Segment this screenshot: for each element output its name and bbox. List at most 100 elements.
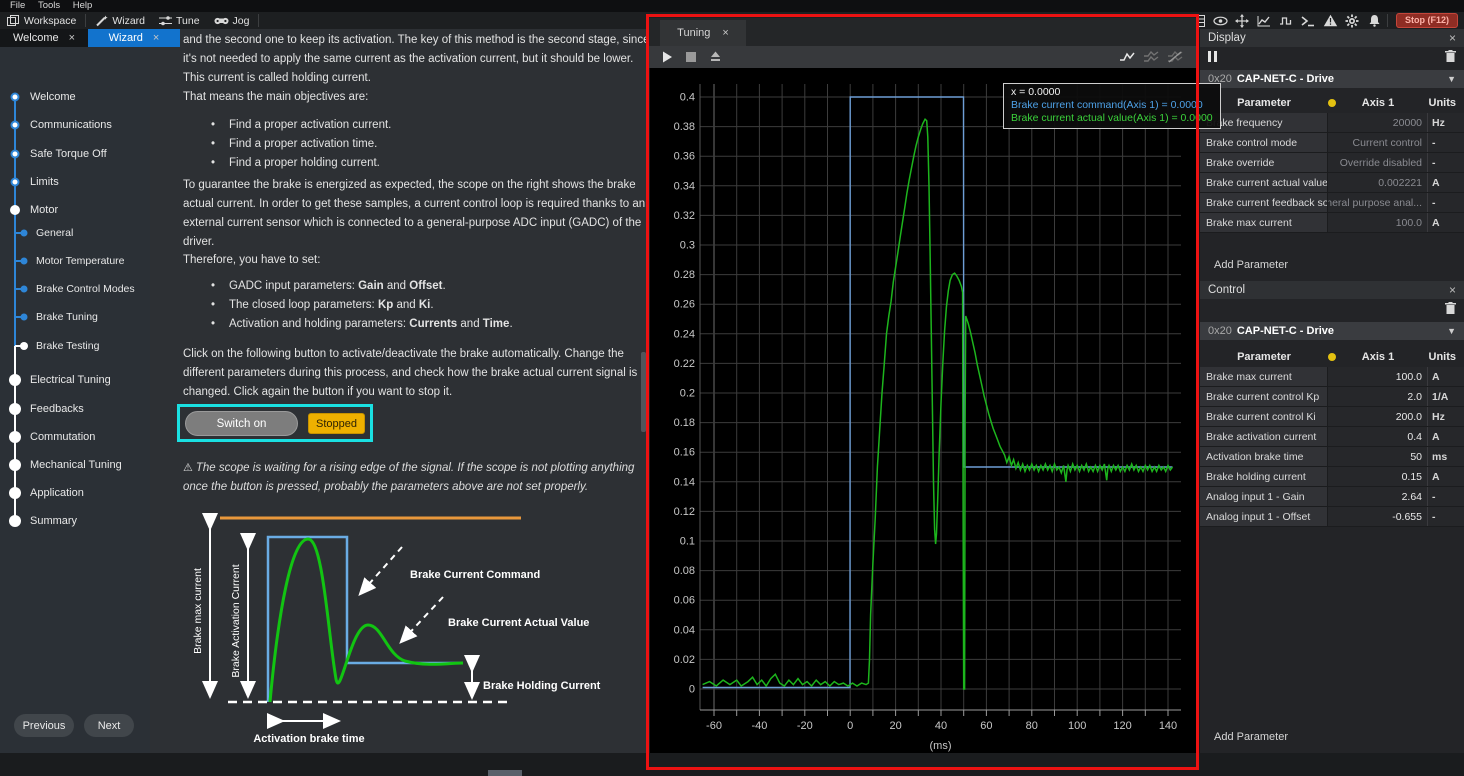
parameter-value[interactable]: 0.4	[1328, 427, 1428, 446]
step-dot	[9, 515, 21, 527]
sidebar-item-commutation[interactable]: Commutation	[30, 431, 95, 443]
parameter-row[interactable]: Brake activation current0.4A	[1200, 427, 1464, 447]
display-device-selector[interactable]: 0x20 CAP-NET-C - Drive ▼	[1200, 70, 1464, 88]
parameter-value[interactable]: 0.15	[1328, 467, 1428, 486]
parameter-row[interactable]: Brake max current100.0A	[1200, 213, 1464, 233]
sidebar-item-welcome[interactable]: Welcome	[30, 91, 76, 103]
control-add-parameter[interactable]: Add Parameter	[1200, 731, 1464, 743]
signal-multi-icon[interactable]	[1141, 49, 1161, 65]
sidebar-item-brake-control-modes[interactable]: Brake Control Modes	[36, 283, 135, 295]
plot-background	[650, 68, 1197, 767]
watch-eye-icon[interactable]	[1209, 13, 1231, 29]
step-dot	[11, 93, 20, 102]
wizard-button[interactable]: Wizard	[88, 12, 152, 29]
menu-help[interactable]: Help	[73, 0, 93, 11]
sidebar-item-feedbacks[interactable]: Feedbacks	[30, 403, 84, 415]
parameter-row[interactable]: Activation brake time50ms	[1200, 447, 1464, 467]
y-tick-label: 0.04	[674, 624, 695, 636]
display-add-parameter[interactable]: Add Parameter	[1200, 259, 1464, 271]
parameter-units: -	[1428, 487, 1464, 506]
parameter-value[interactable]: 50	[1328, 447, 1428, 466]
parameter-units: -	[1428, 133, 1464, 152]
scope-toolbar	[649, 46, 1197, 68]
trash-icon[interactable]	[1445, 301, 1456, 319]
display-panel-header: Display ×	[1200, 29, 1464, 47]
status-strip	[0, 753, 1464, 776]
settings-gear-icon[interactable]	[1341, 13, 1363, 29]
sidebar-item-motor-temperature[interactable]: Motor Temperature	[36, 255, 125, 267]
notifications-bell-icon[interactable]	[1363, 13, 1385, 29]
stop-button[interactable]: Stop (F12)	[1396, 13, 1458, 28]
sidebar-item-mechanical-tuning[interactable]: Mechanical Tuning	[30, 459, 122, 471]
control-panel-tools	[1200, 299, 1464, 321]
switch-on-button[interactable]: Switch on	[185, 411, 298, 436]
toolbar-separator	[1387, 14, 1388, 27]
command-callout-label: Brake Current Command	[410, 569, 540, 581]
parameter-value[interactable]: 2.64	[1328, 487, 1428, 506]
sidebar-item-motor[interactable]: Motor	[30, 204, 58, 216]
console-icon[interactable]	[1297, 13, 1319, 29]
workspace-button[interactable]: Workspace	[0, 12, 83, 29]
right-dock: Display × 0x20 CAP-NET-C - Drive ▼ Param…	[1200, 29, 1464, 753]
parameter-row[interactable]: Brake holding current0.15A	[1200, 467, 1464, 487]
parameter-row[interactable]: Brake frequency20000Hz	[1200, 113, 1464, 133]
parameter-name: Analog input 1 - Offset	[1200, 507, 1328, 526]
sidebar-item-summary[interactable]: Summary	[30, 515, 77, 527]
y-tick-label: 0.06	[674, 595, 695, 607]
display-panel-title: Display	[1208, 32, 1246, 44]
parameter-name: Activation brake time	[1200, 447, 1328, 466]
scope-chart[interactable]: -60-40-20020406080100120140(ms)00.020.04…	[650, 68, 1197, 767]
parameter-value[interactable]: -0.655	[1328, 507, 1428, 526]
parameter-row[interactable]: Brake current control Kp2.01/A	[1200, 387, 1464, 407]
menu-file[interactable]: File	[10, 0, 25, 11]
pause-icon[interactable]	[1208, 49, 1217, 67]
sidebar-item-electrical-tuning[interactable]: Electrical Tuning	[30, 374, 111, 386]
scope-chart-icon[interactable]	[1253, 13, 1275, 29]
parameter-value[interactable]: 2.0	[1328, 387, 1428, 406]
move-pan-icon[interactable]	[1231, 13, 1253, 29]
signal-single-icon[interactable]	[1117, 49, 1137, 65]
sidebar-item-communications[interactable]: Communications	[30, 119, 112, 131]
scope-tab-tuning[interactable]: Tuning ×	[660, 20, 746, 46]
jog-button[interactable]: Jog	[207, 12, 257, 29]
sidebar-item-brake-testing[interactable]: Brake Testing	[36, 340, 99, 352]
set-intro-paragraph: Therefore, you have to set:	[183, 251, 657, 270]
sidebar-item-general[interactable]: General	[36, 227, 73, 239]
parameter-value[interactable]: 200.0	[1328, 407, 1428, 426]
scope-export-icon[interactable]	[705, 49, 725, 65]
menu-tools[interactable]: Tools	[38, 0, 60, 11]
parameter-value[interactable]: 100.0	[1328, 367, 1428, 386]
sidebar-item-limits[interactable]: Limits	[30, 176, 59, 188]
content-scrollbar-thumb[interactable]	[641, 352, 646, 432]
trash-icon[interactable]	[1445, 49, 1456, 67]
parameter-row[interactable]: Brake current control Ki200.0Hz	[1200, 407, 1464, 427]
tab-close-icon[interactable]: ×	[153, 32, 159, 44]
parameter-row[interactable]: Brake current actual value0.002221A	[1200, 173, 1464, 193]
sidebar-item-brake-tuning[interactable]: Brake Tuning	[36, 311, 98, 323]
display-close-icon[interactable]: ×	[1449, 31, 1456, 45]
settings-list: GADC input parameters: Gain and Offset.T…	[183, 277, 657, 334]
warnings-icon[interactable]	[1319, 13, 1341, 29]
parameter-row[interactable]: Brake current feedback sou...General pur…	[1200, 193, 1464, 213]
waveform-icon[interactable]	[1275, 13, 1297, 29]
y-tick-label: 0.08	[674, 565, 695, 577]
parameter-row[interactable]: Brake overrideOverride disabled-	[1200, 153, 1464, 173]
next-button[interactable]: Next	[84, 714, 134, 737]
parameter-value: Override disabled	[1328, 153, 1428, 172]
control-device-selector[interactable]: 0x20 CAP-NET-C - Drive ▼	[1200, 322, 1464, 340]
scope-tab-close-icon[interactable]: ×	[722, 27, 728, 39]
scope-play-icon[interactable]	[657, 49, 677, 65]
previous-button[interactable]: Previous	[14, 714, 74, 737]
parameter-row[interactable]: Brake control modeCurrent control-	[1200, 133, 1464, 153]
sidebar-item-application[interactable]: Application	[30, 487, 84, 499]
parameter-units: -	[1428, 193, 1464, 212]
splitter-handle[interactable]	[488, 770, 522, 776]
parameter-row[interactable]: Analog input 1 - Gain2.64-	[1200, 487, 1464, 507]
control-close-icon[interactable]: ×	[1449, 283, 1456, 297]
scope-stop-icon[interactable]	[681, 49, 701, 65]
parameter-row[interactable]: Analog input 1 - Offset-0.655-	[1200, 507, 1464, 527]
sidebar-item-safe-torque-off[interactable]: Safe Torque Off	[30, 148, 107, 160]
tune-button[interactable]: Tune	[152, 12, 207, 29]
signal-multi-off-icon[interactable]	[1165, 49, 1185, 65]
parameter-row[interactable]: Brake max current100.0A	[1200, 367, 1464, 387]
